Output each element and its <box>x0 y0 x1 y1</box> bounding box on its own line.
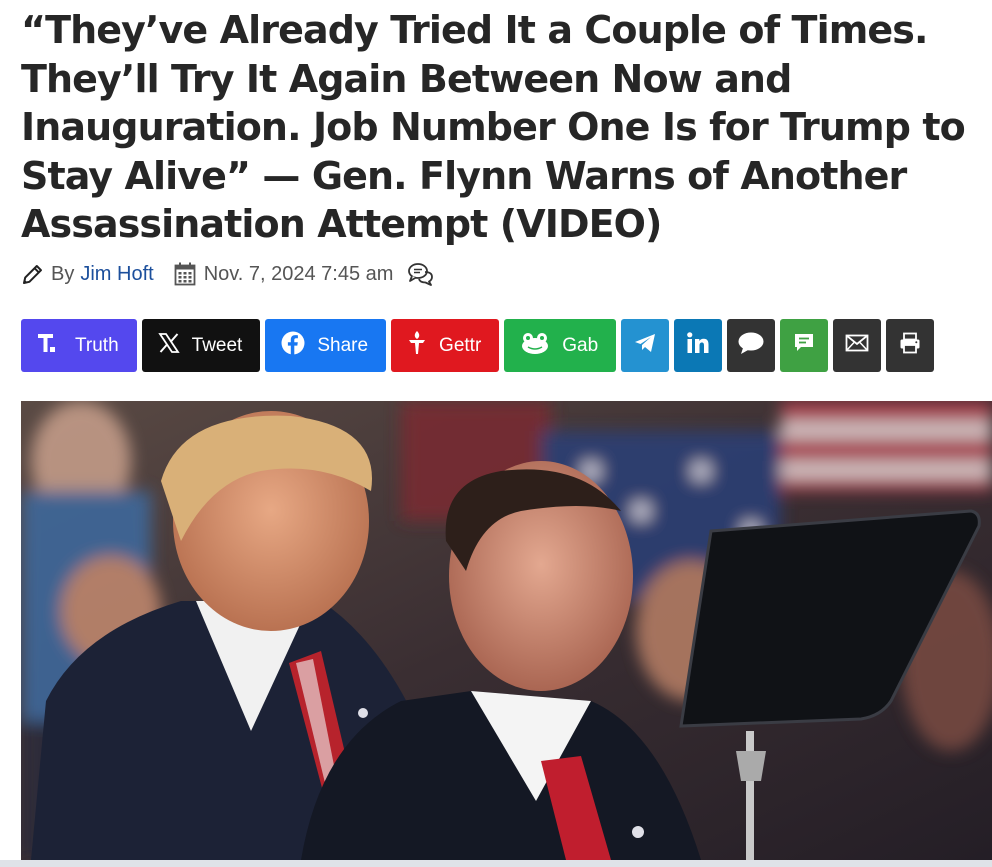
pencil-icon <box>21 262 45 286</box>
email-icon <box>845 334 869 358</box>
calendar-icon <box>174 262 196 286</box>
linkedin-icon <box>686 331 710 361</box>
by-label: By <box>51 262 75 285</box>
facebook-icon <box>281 331 305 361</box>
truth-social-icon <box>37 331 63 361</box>
facebook-share-button[interactable]: Share <box>265 319 387 372</box>
print-icon <box>899 332 921 360</box>
hero-photo-illustration <box>21 401 992 860</box>
linkedin-share-button[interactable] <box>674 319 723 372</box>
share-toolbar: Truth Tweet Share Gettr Gab <box>21 319 935 372</box>
print-button[interactable] <box>886 319 935 372</box>
x-icon <box>157 332 180 360</box>
gettr-icon <box>407 330 427 362</box>
author-link[interactable]: Jim Hoft <box>80 263 153 286</box>
article-title: “They’ve Already Tried It a Couple of Ti… <box>21 8 966 246</box>
hero-image <box>21 401 992 860</box>
sms-icon <box>793 332 815 360</box>
publish-date: Nov. 7, 2024 7:45 am <box>203 262 394 285</box>
comment-bubble-icon <box>737 331 765 361</box>
page-bottom-strip <box>0 860 992 867</box>
comments-icon[interactable] <box>407 262 435 286</box>
gettr-share-button[interactable]: Gettr <box>391 319 500 372</box>
gab-frog-icon <box>520 331 550 361</box>
email-share-button[interactable] <box>833 319 882 372</box>
comment-share-button[interactable] <box>727 319 776 372</box>
gab-share-button[interactable]: Gab <box>504 319 617 372</box>
article-meta: By Jim Hoft Nov. 7, 2024 7:45 am <box>21 258 435 290</box>
truth-share-button[interactable]: Truth <box>21 319 137 372</box>
tweet-button[interactable]: Tweet <box>141 319 261 372</box>
sms-share-button[interactable] <box>780 319 829 372</box>
telegram-share-button[interactable] <box>621 319 670 372</box>
telegram-icon <box>634 333 656 359</box>
